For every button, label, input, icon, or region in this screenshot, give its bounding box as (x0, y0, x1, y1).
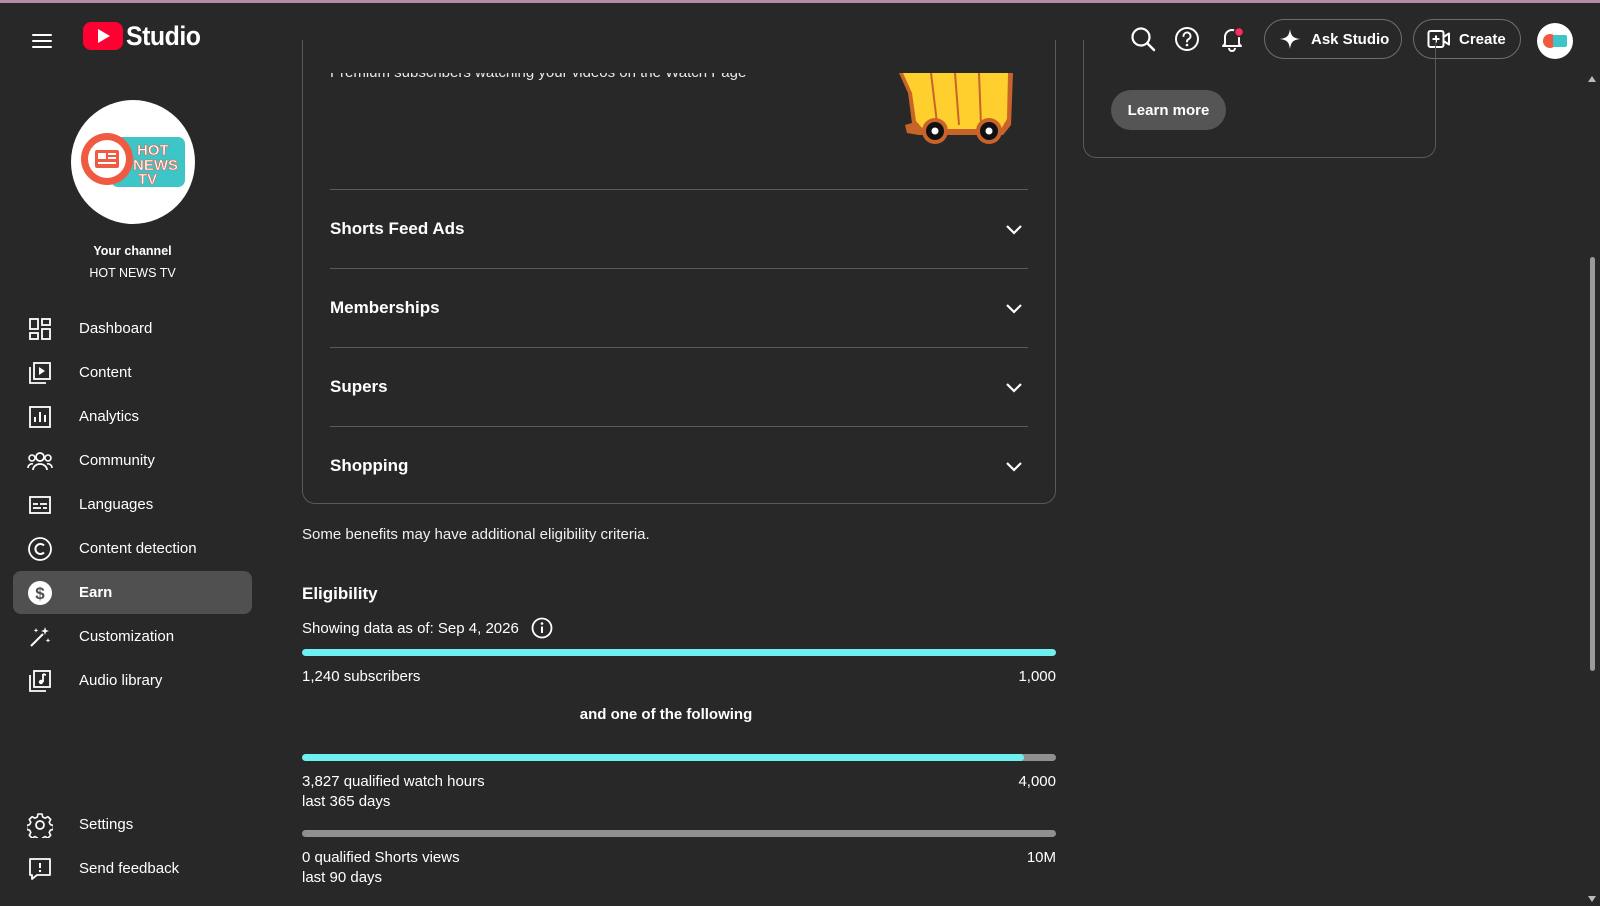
magic-wand-icon (26, 623, 54, 651)
chevron-down-icon (1006, 383, 1022, 393)
eligibility-date: Showing data as of: Sep 4, 2026 (302, 619, 519, 637)
shorts-views-progress-bar (302, 830, 1056, 837)
watch-hours-count: 3,827 qualified watch hours (302, 773, 485, 790)
chevron-down-icon (1006, 462, 1022, 472)
sidebar-item-community[interactable]: Community (13, 439, 252, 482)
svg-text:TV: TV (138, 171, 157, 188)
accordion-supers[interactable]: Supers (330, 347, 1028, 426)
audio-library-icon (26, 667, 54, 695)
dollar-icon: $ (26, 579, 54, 607)
gear-icon (26, 811, 54, 839)
analytics-icon (26, 403, 54, 431)
your-channel-label: Your channel (93, 244, 172, 258)
watch-hours-period: last 365 days (302, 793, 391, 810)
sidebar-item-earn[interactable]: $ Earn (13, 571, 252, 614)
sidebar-item-languages[interactable]: Languages (13, 483, 252, 526)
subscribers-progress-bar (302, 649, 1056, 656)
sidebar-item-content-detection[interactable]: Content detection (13, 527, 252, 570)
subscribers-progress-fill (302, 649, 1056, 656)
sidebar-item-audio-library[interactable]: Audio library (13, 659, 252, 702)
subscribers-count: 1,240 subscribers (302, 668, 421, 685)
eligibility-note: Some benefits may have additional eligib… (302, 526, 650, 543)
accordion-shorts-feed-ads[interactable]: Shorts Feed Ads (330, 189, 1028, 268)
eligibility-date-row: Showing data as of: Sep 4, 2026 (302, 617, 553, 639)
sidebar-item-analytics[interactable]: Analytics (13, 395, 252, 438)
channel-name: HOT NEWS TV (89, 266, 176, 280)
accordion-memberships[interactable]: Memberships (330, 268, 1028, 347)
shorts-views-count: 0 qualified Shorts views (302, 849, 460, 866)
sidebar-item-dashboard[interactable]: Dashboard (13, 307, 252, 350)
shopping-cart-illustration (899, 73, 1013, 144)
feedback-icon (26, 855, 54, 883)
sidebar-item-customization[interactable]: Customization (13, 615, 252, 658)
studio-logo[interactable]: Studio (83, 22, 207, 50)
channel-avatar[interactable]: HOT NEWS TV (71, 100, 195, 224)
learn-more-button[interactable]: Learn more (1111, 90, 1226, 130)
sidebar: HOT NEWS TV Your channel HOT NEWS TV Das… (0, 73, 260, 906)
copyright-icon (26, 535, 54, 563)
sidebar-item-content[interactable]: Content (13, 351, 252, 394)
account-avatar[interactable] (1537, 23, 1573, 59)
menu-icon[interactable] (26, 25, 58, 57)
hot-news-tv-logo: HOT NEWS TV (81, 133, 185, 188)
or-label: and one of the following (579, 706, 753, 723)
accordion-shopping[interactable]: Shopping (330, 426, 1028, 505)
dashboard-icon (26, 315, 54, 343)
chevron-down-icon (1006, 225, 1022, 235)
app-name: Studio (126, 21, 201, 51)
scroll-down-arrow-icon[interactable] (1587, 894, 1597, 904)
content-icon (26, 359, 54, 387)
sidebar-item-send-feedback[interactable]: Send feedback (13, 847, 252, 890)
watch-hours-progress-bar (302, 754, 1056, 761)
watch-hours-target: 4,000 (1018, 773, 1056, 790)
subscribers-target: 1,000 (1018, 668, 1056, 685)
watch-hours-progress-fill (302, 754, 1024, 761)
languages-icon (26, 491, 54, 519)
chevron-down-icon (1006, 304, 1022, 314)
scroll-up-arrow-icon[interactable] (1587, 74, 1597, 84)
shorts-views-period: last 90 days (302, 869, 383, 886)
community-icon (26, 447, 54, 475)
scrollbar-thumb[interactable] (1590, 257, 1595, 671)
info-icon[interactable] (531, 617, 553, 639)
eligibility-title: Eligibility (302, 584, 378, 603)
youtube-play-icon (83, 22, 123, 50)
svg-text:$: $ (35, 584, 45, 603)
shorts-views-target: 10M (1026, 849, 1056, 866)
sidebar-item-settings[interactable]: Settings (13, 803, 252, 846)
